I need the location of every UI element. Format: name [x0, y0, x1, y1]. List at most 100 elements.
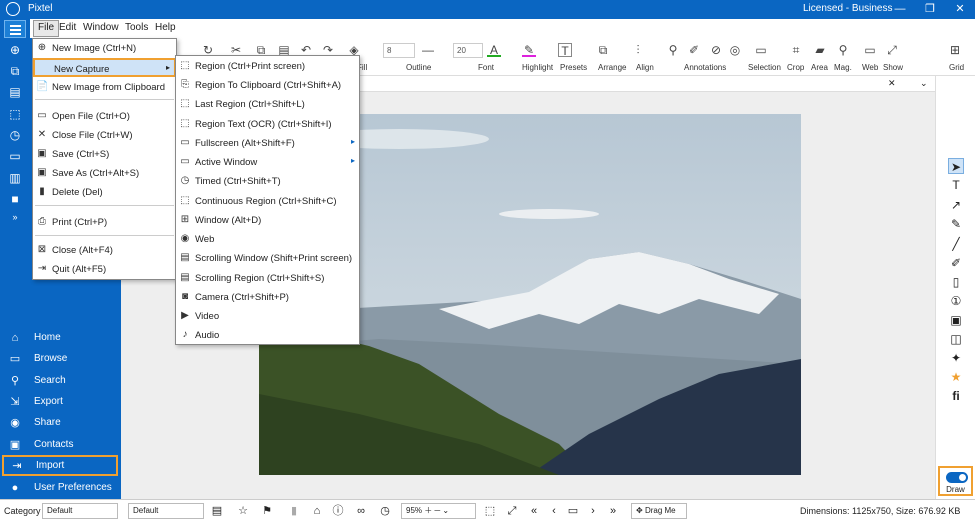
document-icon[interactable]: ▤: [8, 85, 22, 99]
crop-icon[interactable]: ⌗: [789, 43, 803, 57]
capture-fullscreen[interactable]: ▭ Fullscreen (Alt+Shift+F) ▸: [176, 134, 359, 153]
star-rating-icon[interactable]: ☆: [236, 504, 250, 518]
expand-icon[interactable]: »: [8, 210, 22, 224]
timer-icon[interactable]: ◷: [8, 128, 22, 142]
line-tool-icon[interactable]: ╱: [948, 236, 964, 252]
magic-tool-icon[interactable]: ✦: [948, 350, 964, 366]
outline-width-dropdown[interactable]: 8: [383, 43, 415, 58]
capture-web[interactable]: ◉ Web: [176, 230, 359, 249]
arrange-icon[interactable]: ⧉: [596, 43, 610, 57]
nav-search[interactable]: ⚲ Search: [0, 371, 121, 391]
font-size-dropdown[interactable]: 20: [453, 43, 483, 58]
draw-toggle[interactable]: Draw: [938, 466, 973, 496]
region-icon[interactable]: ⬚: [8, 107, 22, 121]
capture-window[interactable]: ⊞ Window (Alt+D): [176, 211, 359, 230]
arrow-tool-icon[interactable]: ↗: [948, 197, 964, 213]
history-icon[interactable]: ◷: [378, 504, 392, 518]
menu-item-save[interactable]: ▣ Save (Ctrl+S): [33, 145, 176, 164]
grid-icon[interactable]: ⊞: [948, 43, 962, 57]
link-icon[interactable]: ∞: [354, 504, 368, 518]
text-preset-icon[interactable]: T: [558, 43, 572, 58]
annotation-erase-icon[interactable]: ⊘: [709, 43, 723, 57]
capture-last-region[interactable]: ⬚ Last Region (Ctrl+Shift+L): [176, 95, 359, 114]
menu-item-new-capture[interactable]: New Capture ▸: [33, 58, 176, 77]
menu-item-close[interactable]: ⊠ Close (Alt+F4): [33, 241, 176, 260]
note-tool-icon[interactable]: ▯: [948, 274, 964, 290]
web-icon[interactable]: ▭: [863, 43, 877, 57]
nav-browse[interactable]: ▭ Browse: [0, 349, 121, 369]
zoom-control[interactable]: 95% ＋ ─ ⌄: [401, 503, 476, 519]
menu-item-new-image[interactable]: ⊕ New Image (Ctrl+N): [33, 39, 176, 58]
nav-contacts[interactable]: ▣ Contacts: [0, 435, 121, 455]
minimize-button[interactable]: —: [885, 1, 915, 18]
maximize-button[interactable]: ❐: [915, 1, 945, 18]
capture-region[interactable]: ⬚ Region (Ctrl+Print screen): [176, 57, 359, 76]
capture-audio[interactable]: ♪ Audio: [176, 326, 359, 345]
frame-icon[interactable]: ▭: [566, 504, 580, 518]
capture-scrolling-region[interactable]: ▤ Scrolling Region (Ctrl+Shift+S): [176, 269, 359, 288]
fit-icon[interactable]: ⬚: [483, 504, 497, 518]
capture-region-text[interactable]: ⬚ Region Text (OCR) (Ctrl+Shift+I): [176, 115, 359, 134]
marker-tool-icon[interactable]: ✐: [948, 255, 964, 271]
first-icon[interactable]: «: [527, 504, 541, 518]
capture-continuous-region[interactable]: ⬚ Continuous Region (Ctrl+Shift+C): [176, 192, 359, 211]
menu-item-quit[interactable]: ⇥ Quit (Alt+F5): [33, 260, 176, 279]
drag-me-button[interactable]: ✥ Drag Me: [631, 503, 687, 519]
annotation-pin-icon[interactable]: ⚲: [666, 43, 680, 57]
menu-tools[interactable]: Tools: [125, 22, 148, 33]
add-icon[interactable]: ⊕: [8, 43, 22, 57]
magnifier-icon[interactable]: ⚲: [836, 43, 850, 57]
capture-video[interactable]: ▶ Video: [176, 307, 359, 326]
annotation-brush-icon[interactable]: ✐: [687, 43, 701, 57]
highlight-icon[interactable]: ✎: [522, 43, 536, 57]
last-icon[interactable]: »: [606, 504, 620, 518]
tag-icon[interactable]: ⌂: [310, 504, 324, 518]
window-icon[interactable]: ▭: [8, 149, 22, 163]
menu-item-new-from-clipboard[interactable]: 📄 New Image from Clipboard: [33, 78, 176, 97]
menu-item-save-as[interactable]: ▣ Save As (Ctrl+Alt+S): [33, 164, 176, 183]
blur-tool-icon[interactable]: ◫: [948, 331, 964, 347]
video-icon[interactable]: ■: [8, 192, 22, 206]
font-color-icon[interactable]: A: [487, 43, 501, 57]
menu-item-print[interactable]: ⎙ Print (Ctrl+P): [33, 213, 176, 232]
star-tool-icon[interactable]: ★: [948, 369, 964, 385]
tab-close-icon[interactable]: ✕: [888, 78, 896, 89]
info-icon[interactable]: ⓘ: [331, 504, 345, 518]
close-window-button[interactable]: ✕: [945, 1, 975, 18]
capture-camera[interactable]: ◙ Camera (Ctrl+Shift+P): [176, 288, 359, 307]
capture-timed[interactable]: ◷ Timed (Ctrl+Shift+T): [176, 172, 359, 191]
capture-scrolling-window[interactable]: ▤ Scrolling Window (Shift+Print screen): [176, 249, 359, 268]
annotation-stamp-icon[interactable]: ◎: [728, 43, 742, 57]
pen-tool-icon[interactable]: ✎: [948, 216, 964, 232]
pointer-icon[interactable]: ➤: [948, 158, 964, 174]
scroll-icon[interactable]: ▥: [8, 171, 22, 185]
stamp-tool-icon[interactable]: ▣: [948, 312, 964, 328]
menu-item-open-file[interactable]: ▭ Open File (Ctrl+O): [33, 107, 176, 126]
selection-icon[interactable]: ▭: [754, 43, 768, 57]
capture-region-clipboard[interactable]: ⎘ Region To Clipboard (Ctrl+Shift+A): [176, 76, 359, 95]
next-icon[interactable]: ›: [586, 504, 600, 518]
nav-export[interactable]: ⇲ Export: [0, 392, 121, 412]
area-icon[interactable]: ▰: [813, 43, 827, 57]
menu-help[interactable]: Help: [155, 22, 176, 33]
menu-item-close-file[interactable]: ✕ Close File (Ctrl+W): [33, 126, 176, 145]
text-tool-icon[interactable]: T: [948, 177, 964, 193]
expand-view-icon[interactable]: ⤢: [505, 504, 519, 518]
align-icon[interactable]: ⫶: [631, 43, 645, 57]
outline-style-icon[interactable]: ―: [421, 43, 435, 57]
flag-icon[interactable]: ⚑: [260, 504, 274, 518]
menu-edit[interactable]: Edit: [59, 22, 76, 33]
tab-list-icon[interactable]: ⌄: [920, 78, 928, 89]
menu-window[interactable]: Window: [83, 22, 119, 33]
menu-item-delete[interactable]: ▮ Delete (Del): [33, 183, 176, 202]
category-dropdown[interactable]: Default: [42, 503, 118, 519]
effects-tool-icon[interactable]: fi: [948, 388, 964, 404]
prev-icon[interactable]: ‹: [547, 504, 561, 518]
nav-user-preferences[interactable]: ● User Preferences: [0, 478, 121, 498]
bookmark-icon[interactable]: ▮: [287, 504, 301, 518]
nav-import[interactable]: ⇥ Import: [2, 455, 118, 476]
hamburger-menu-icon[interactable]: [4, 20, 26, 38]
capture-icon[interactable]: ⧉: [8, 64, 22, 78]
number-tool-icon[interactable]: ①: [948, 293, 964, 309]
notes-icon[interactable]: ▤: [210, 504, 224, 518]
